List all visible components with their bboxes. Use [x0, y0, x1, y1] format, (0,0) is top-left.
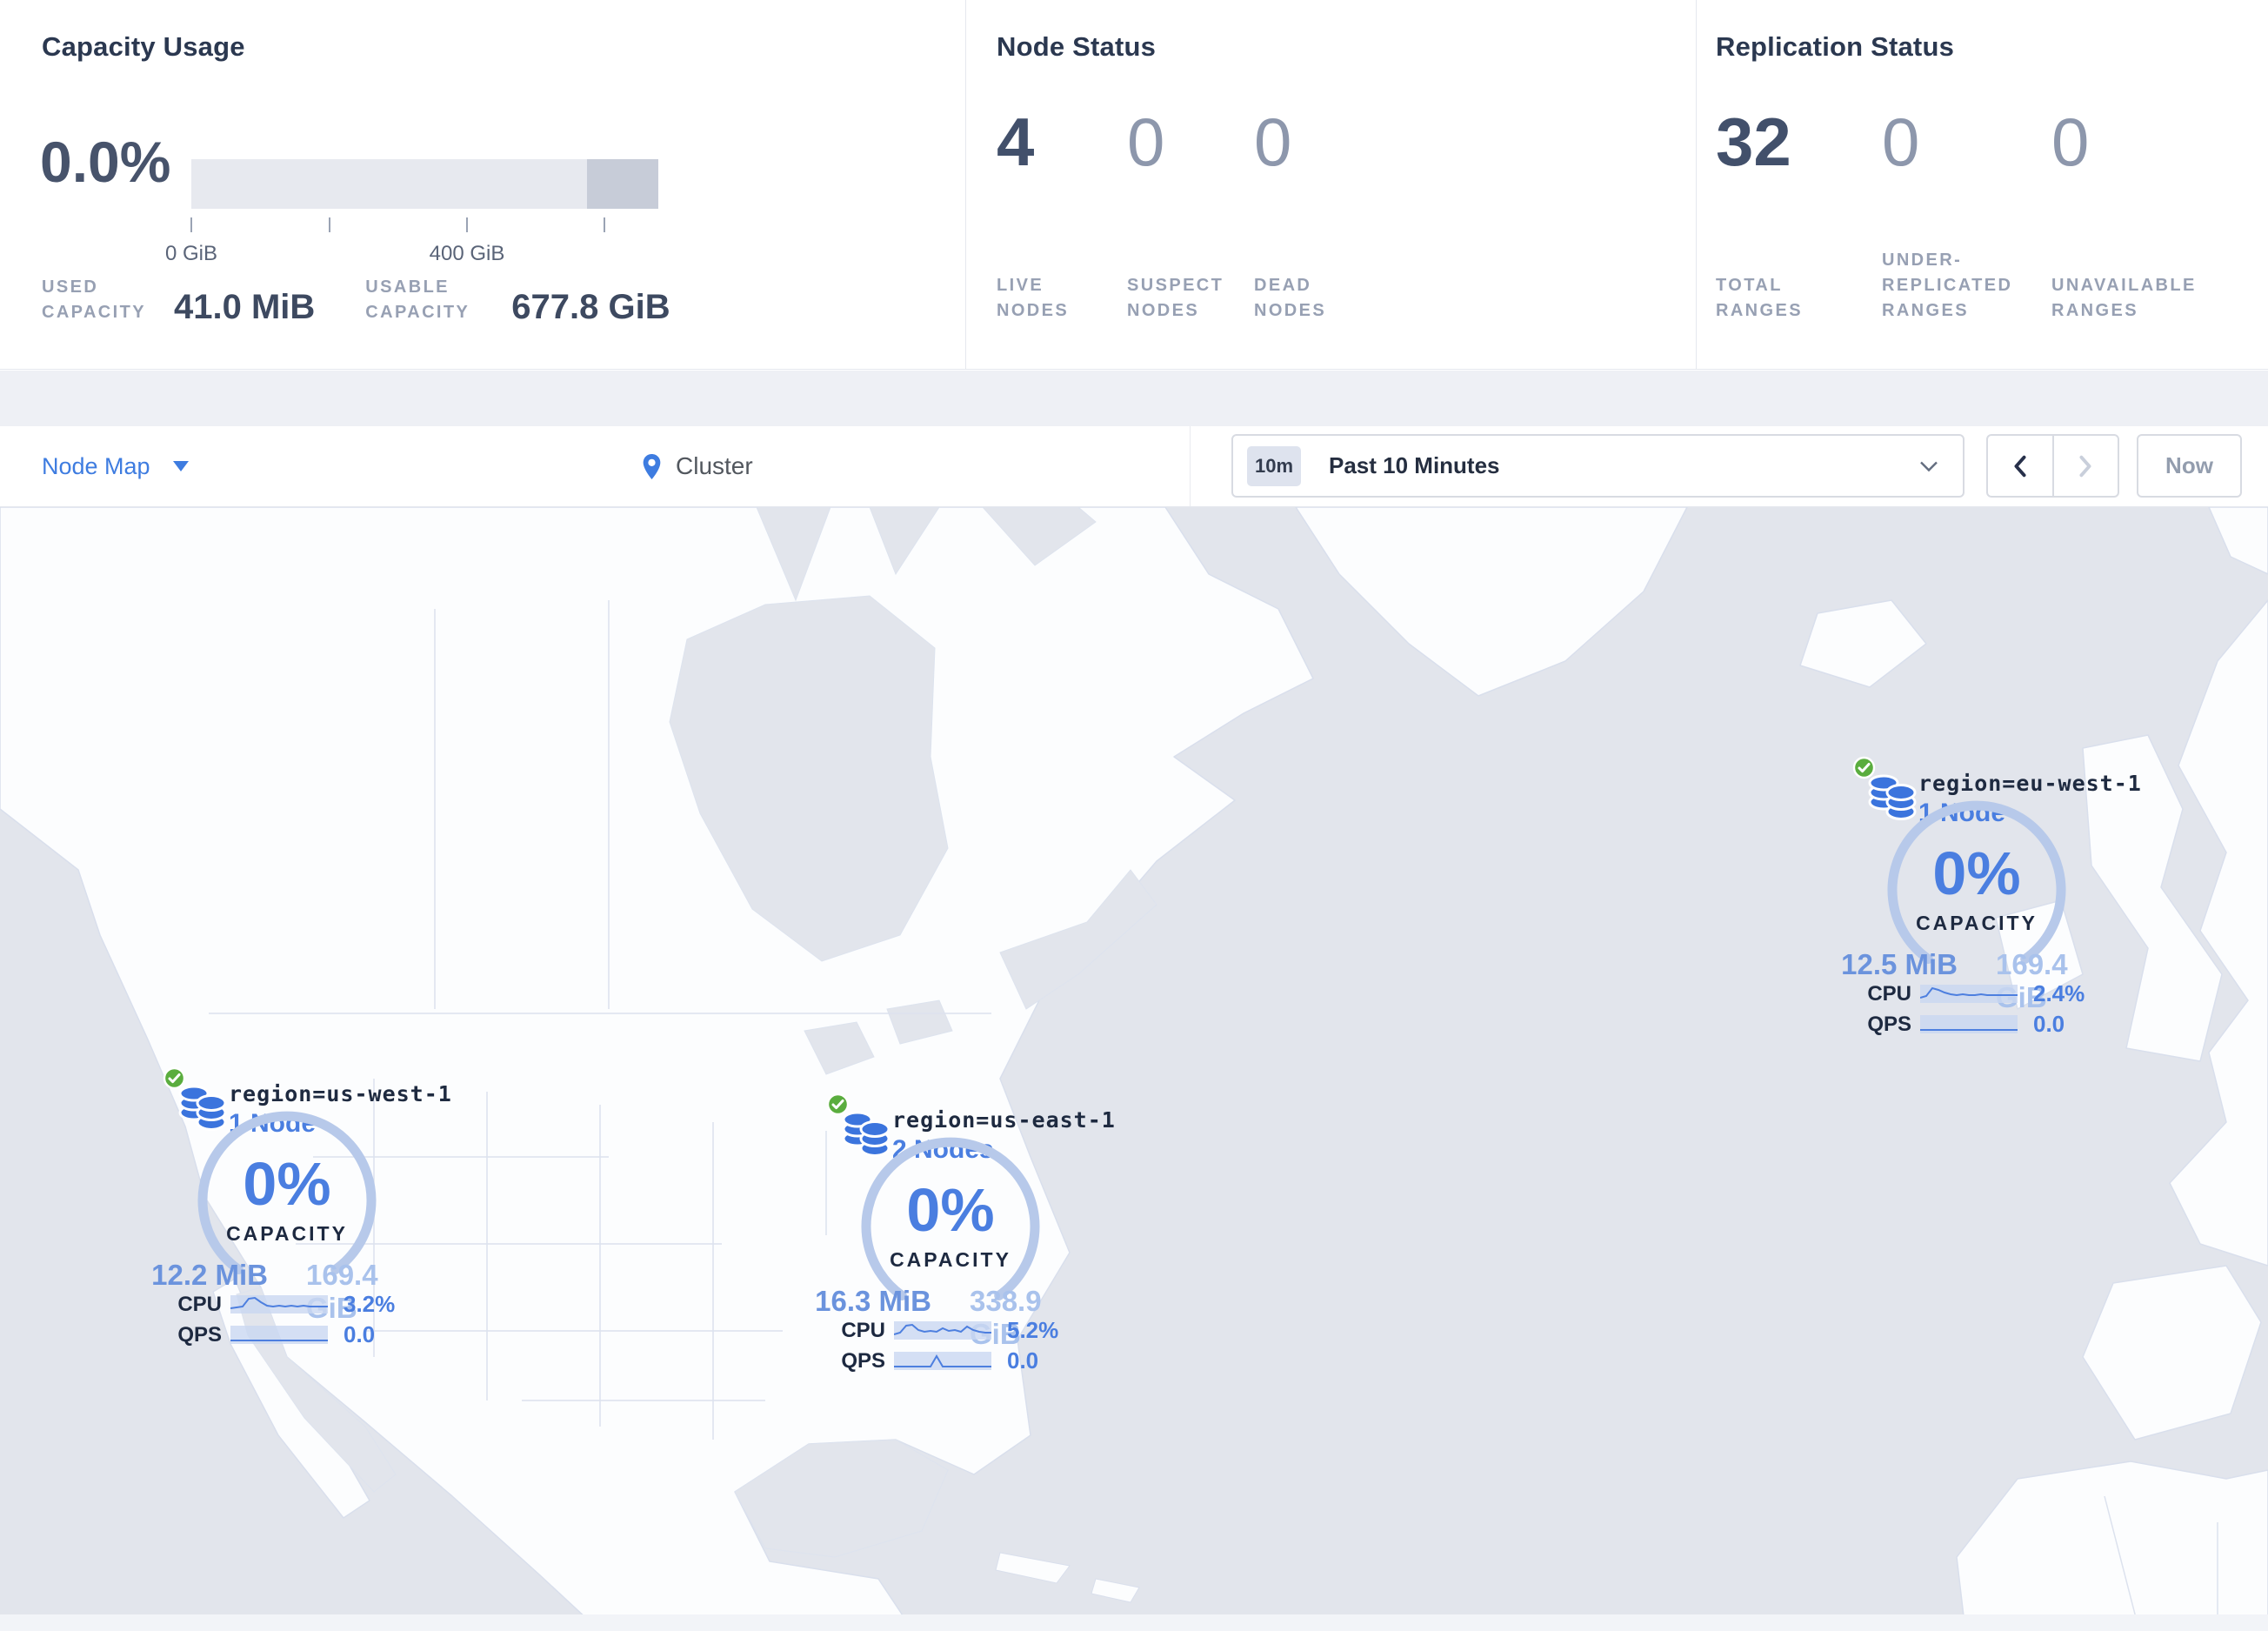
region-cpu-row: CPU 3.2%: [164, 1291, 395, 1318]
capacity-values-row: USED CAPACITY 41.0 MiB USABLE CAPACITY 6…: [42, 275, 670, 325]
usable-capacity-label: USABLE CAPACITY: [365, 277, 470, 322]
page-background-band: [0, 371, 2268, 426]
capacity-bar-reserved-segment: [586, 159, 658, 209]
region-marker-eu-west-1[interactable]: region=eu-west-1 1 Node 0% CAPACITY 12.5…: [1841, 756, 2141, 1038]
unavailable-label: UNAVAILABLE RANGES: [2051, 276, 2197, 320]
total-ranges-label: TOTAL RANGES: [1716, 276, 1803, 320]
view-selector-label: Node Map: [42, 452, 150, 479]
region-capacity-label: CAPACITY: [1916, 912, 2038, 934]
suspect-nodes-count: 0: [1127, 104, 1165, 180]
qps-value: 0.0: [2033, 1011, 2065, 1037]
chevron-down-icon: [1920, 461, 1938, 471]
section-divider: [965, 0, 966, 369]
capacity-bar: [191, 159, 658, 209]
dead-nodes-count: 0: [1254, 104, 1292, 180]
region-cpu-row: CPU 5.2%: [828, 1317, 1058, 1344]
time-step-buttons: [1986, 434, 2119, 498]
axis-tick: [604, 217, 605, 232]
region-capacity-percent: 0%: [1932, 839, 2021, 907]
map-toolbar: Node Map Cluster 10m Past 10 Minutes Now: [0, 426, 2268, 507]
time-range-badge: 10m: [1247, 445, 1301, 486]
qps-label: QPS: [841, 1348, 885, 1373]
axis-tick-label: 400 GiB: [429, 242, 505, 265]
time-range-selector[interactable]: 10m Past 10 Minutes: [1231, 434, 1964, 498]
step-back-button[interactable]: [1988, 436, 2052, 496]
step-forward-button-disabled[interactable]: [2051, 436, 2118, 496]
axis-tick: [466, 217, 468, 232]
cluster-summary-bar: Capacity Usage 0.0% 0 GiB 400 GiB USED C…: [0, 0, 2268, 370]
suspect-nodes-label: SUSPECT NODES: [1127, 276, 1224, 320]
toolbar-divider: [1190, 426, 1191, 506]
cpu-label: CPU: [177, 1292, 222, 1316]
used-capacity-value: 41.0 MiB: [174, 288, 316, 326]
cpu-sparkline: [230, 1295, 328, 1313]
region-capacity-label: CAPACITY: [226, 1222, 348, 1245]
cpu-value: 2.4%: [2033, 980, 2085, 1006]
region-qps-row: QPS 0.0: [1854, 1011, 2065, 1038]
axis-tick: [329, 217, 330, 232]
map-pin-icon: [643, 453, 661, 479]
total-ranges-count: 32: [1716, 104, 1791, 180]
live-nodes-label: LIVE NODES: [997, 276, 1070, 320]
region-capacity-label: CAPACITY: [890, 1248, 1011, 1271]
capacity-usage-title: Capacity Usage: [42, 31, 245, 62]
axis-tick-label: 0 GiB: [164, 242, 218, 265]
cpu-label: CPU: [841, 1318, 885, 1342]
unavailable-count: 0: [2051, 104, 2090, 180]
breadcrumb-label: Cluster: [676, 452, 753, 479]
chevron-right-icon: [2079, 455, 2091, 477]
under-replicated-label: UNDER-REPLICATED RANGES: [1882, 251, 2013, 320]
cpu-label: CPU: [1867, 981, 1911, 1006]
replication-status-title: Replication Status: [1716, 31, 1955, 62]
section-divider: [1696, 0, 1697, 369]
region-capacity-percent: 0%: [243, 1150, 331, 1218]
cpu-value: 5.2%: [1007, 1317, 1059, 1343]
cockroachdb-cluster-overview: { "stats": { "capacity": { "title": "Cap…: [0, 0, 2268, 1631]
qps-label: QPS: [177, 1322, 222, 1347]
qps-sparkline: [1920, 1015, 2018, 1033]
region-qps-row: QPS 0.0: [164, 1321, 375, 1348]
region-marker-us-east-1[interactable]: region=us-east-1 2 Nodes 0% CAPACITY 16.…: [815, 1093, 1115, 1374]
region-cpu-row: CPU 2.4%: [1854, 980, 2085, 1007]
cpu-sparkline: [1920, 985, 2018, 1003]
breadcrumb[interactable]: Cluster: [642, 426, 753, 506]
qps-label: QPS: [1867, 1012, 1911, 1036]
cpu-sparkline: [894, 1321, 991, 1340]
dead-nodes-label: DEAD NODES: [1254, 276, 1327, 320]
view-selector-dropdown[interactable]: Node Map: [42, 426, 189, 506]
qps-sparkline: [230, 1326, 328, 1344]
region-capacity-percent: 0%: [906, 1176, 995, 1244]
cpu-value: 3.2%: [344, 1291, 396, 1317]
map-bottom-strip: [0, 1614, 2268, 1631]
node-status-title: Node Status: [997, 31, 1157, 62]
region-qps-row: QPS 0.0: [828, 1347, 1038, 1374]
chevron-left-icon: [2014, 455, 2026, 477]
qps-sparkline: [894, 1352, 991, 1370]
usable-capacity-value: 677.8 GiB: [511, 288, 670, 326]
under-replicated-count: 0: [1882, 104, 1920, 180]
now-button[interactable]: Now: [2137, 434, 2242, 498]
qps-value: 0.0: [1007, 1347, 1039, 1374]
region-marker-us-west-1[interactable]: region=us-west-1 1 Node 0% CAPACITY 12.2…: [151, 1066, 451, 1348]
used-capacity-label: USED CAPACITY: [42, 277, 146, 322]
capacity-percent: 0.0%: [40, 130, 171, 194]
caret-down-icon: [172, 461, 189, 471]
qps-value: 0.0: [344, 1321, 376, 1347]
live-nodes-count: 4: [997, 104, 1035, 180]
axis-tick: [190, 217, 192, 232]
node-map[interactable]: region=us-west-1 1 Node 0% CAPACITY 12.2…: [0, 507, 2268, 1631]
time-range-label: Past 10 Minutes: [1329, 452, 1500, 478]
